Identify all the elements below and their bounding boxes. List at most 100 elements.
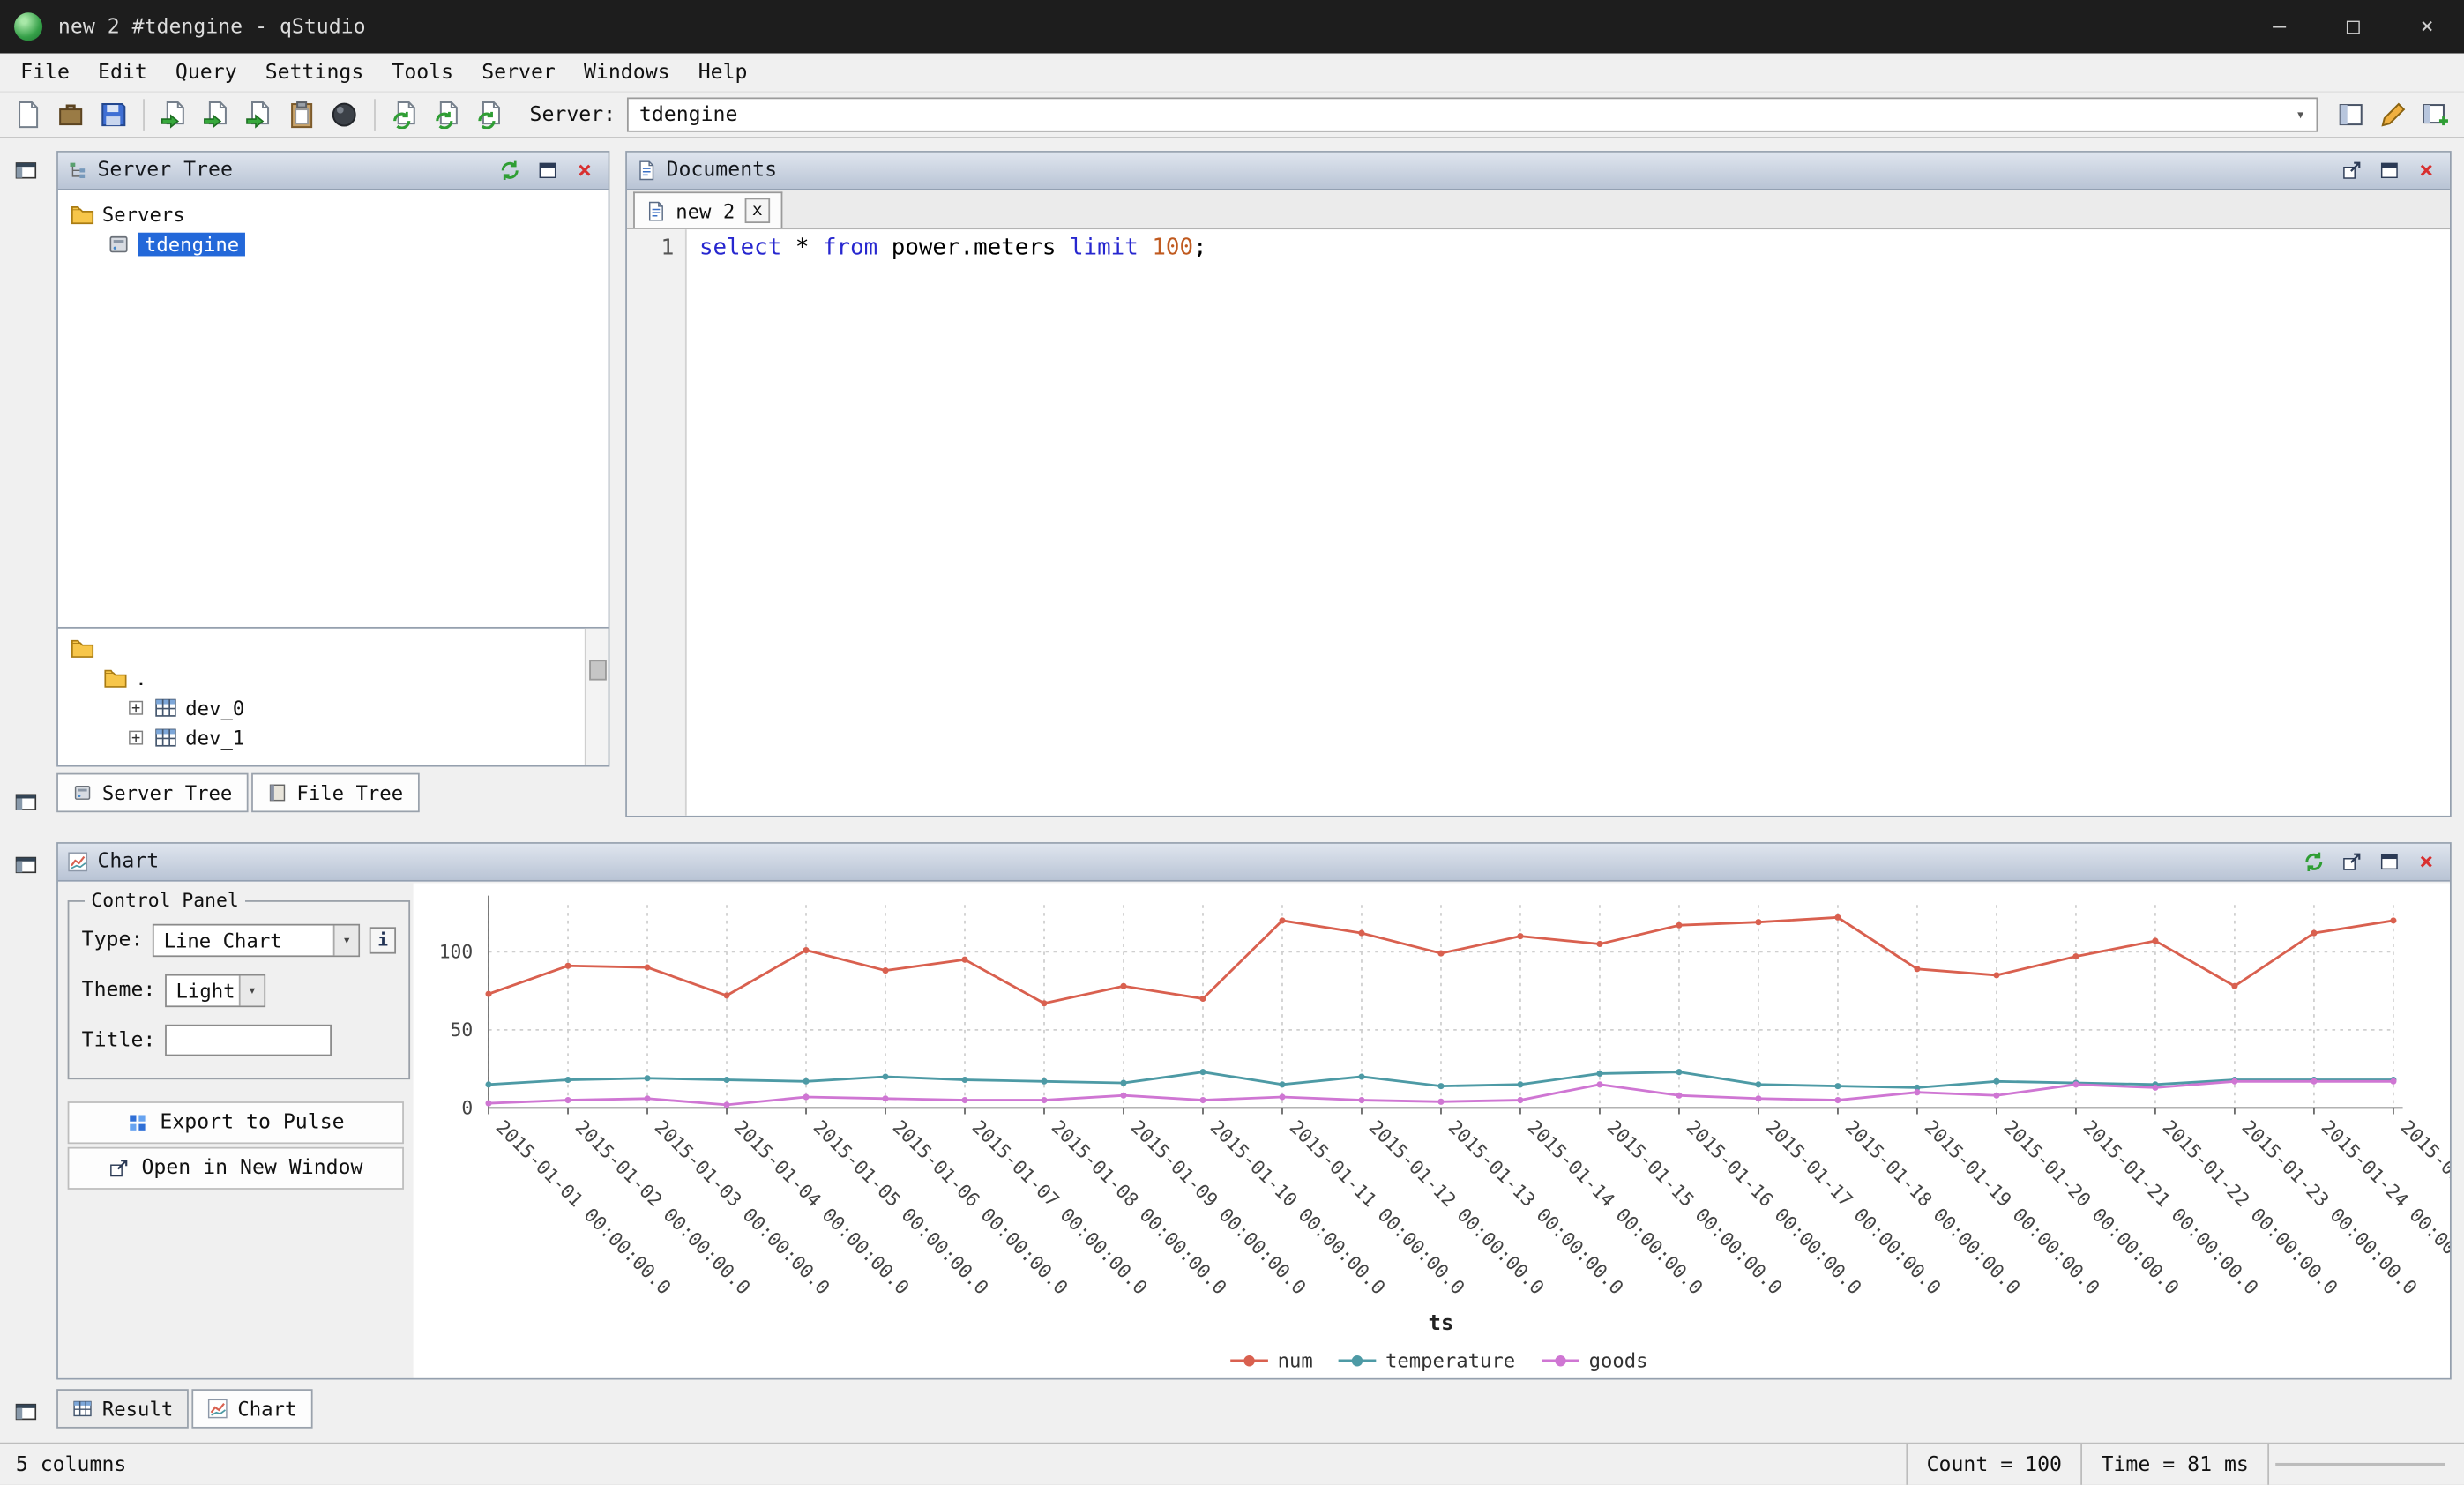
menu-settings[interactable]: Settings [251, 57, 378, 87]
data-point [723, 1077, 729, 1083]
server-combo-value: tdengine [639, 103, 738, 127]
chevron-down-icon: ▾ [333, 926, 359, 956]
new-file-icon[interactable] [12, 99, 44, 131]
menu-tools[interactable]: Tools [377, 57, 467, 87]
tree-node-label: Servers [102, 203, 185, 227]
open-file-icon[interactable] [55, 99, 86, 131]
legend-label[interactable]: num [1278, 1349, 1313, 1372]
tab-new-2[interactable]: new 2 x [633, 191, 783, 228]
chart-title-input[interactable] [165, 1025, 332, 1056]
menu-help[interactable]: Help [684, 57, 762, 87]
show-docs-panel-icon[interactable] [2335, 99, 2367, 131]
expander-plus-icon[interactable] [126, 698, 146, 718]
export-document-icon[interactable] [243, 99, 275, 131]
legend-marker[interactable] [1555, 1355, 1565, 1366]
maximize-button[interactable]: □ [2317, 0, 2391, 54]
file-tree-dev1[interactable]: dev_1 [58, 723, 585, 753]
info-icon[interactable]: i [370, 927, 396, 953]
chart-canvas[interactable]: 0501002015-01-01 00:00:00.02015-01-02 00… [414, 883, 2450, 1377]
open-document-icon[interactable] [159, 99, 190, 131]
tab-server-tree[interactable]: Server Tree [56, 773, 248, 813]
popout-icon [108, 1158, 129, 1178]
file-tree-root[interactable] [58, 633, 585, 663]
add-panel-icon[interactable] [2420, 99, 2452, 131]
legend-marker[interactable] [1243, 1355, 1254, 1366]
data-point [1279, 917, 1285, 923]
dock-handle-icon[interactable] [10, 848, 41, 880]
data-point [1755, 1081, 1761, 1087]
file-tree-dot[interactable]: . [58, 663, 585, 693]
minimize-button[interactable]: — [2243, 0, 2317, 54]
menu-file[interactable]: File [6, 57, 84, 87]
maximize-panel-icon[interactable] [533, 156, 561, 184]
popout-panel-icon[interactable] [2337, 847, 2365, 876]
refresh-icon[interactable] [2299, 847, 2327, 876]
tab-chart[interactable]: Chart [192, 1389, 313, 1429]
close-button[interactable]: × [2390, 0, 2464, 54]
data-point [485, 1081, 491, 1087]
line-number-gutter: 1 [627, 229, 687, 816]
refresh-icon[interactable] [495, 156, 523, 184]
tab-result[interactable]: Result [56, 1389, 189, 1429]
data-point [1437, 1099, 1444, 1105]
legend-marker[interactable] [1352, 1355, 1363, 1366]
export-to-pulse-button[interactable]: Export to Pulse [68, 1101, 404, 1144]
data-point [1676, 1093, 1682, 1099]
close-panel-icon[interactable]: × [571, 156, 599, 184]
server-tree-icon [68, 160, 88, 181]
chart-type-select[interactable]: Line Chart ▾ [153, 924, 360, 957]
maximize-panel-icon[interactable] [2374, 847, 2402, 876]
data-point [485, 1101, 491, 1107]
close-panel-icon[interactable]: × [2412, 847, 2440, 876]
dock-handle-icon[interactable] [10, 1395, 41, 1427]
legend-label[interactable]: goods [1589, 1349, 1648, 1372]
scrollbar[interactable] [585, 629, 609, 765]
theme-label: Theme: [82, 979, 156, 1003]
data-point [961, 1077, 967, 1083]
sync-document-icon[interactable] [432, 99, 464, 131]
menu-windows[interactable]: Windows [570, 57, 684, 87]
import-document-icon[interactable] [201, 99, 233, 131]
popout-panel-icon[interactable] [2337, 156, 2365, 184]
sql-editor[interactable]: 1 select * from power.meters limit 100; [627, 229, 2450, 816]
dock-handle-icon[interactable] [10, 786, 41, 817]
file-tree-label: dev_0 [185, 696, 244, 720]
pulse-icon [127, 1113, 147, 1133]
tab-label: Chart [237, 1397, 296, 1421]
open-in-new-window-button[interactable]: Open in New Window [68, 1147, 404, 1190]
toolbar: Server: tdengine ▾ [0, 91, 2464, 138]
edit-icon[interactable] [2378, 99, 2409, 131]
control-panel-title: Control Panel [85, 890, 245, 912]
expander-plus-icon[interactable] [126, 728, 146, 748]
refresh-document-icon[interactable] [390, 99, 422, 131]
save-icon[interactable] [97, 99, 129, 131]
maximize-panel-icon[interactable] [2374, 156, 2402, 184]
stop-query-icon[interactable] [328, 99, 360, 131]
scrollbar-thumb[interactable] [588, 660, 606, 680]
tree-node-tdengine[interactable]: tdengine [58, 229, 609, 259]
menu-query[interactable]: Query [161, 57, 251, 87]
data-point [1041, 1078, 1047, 1085]
close-panel-icon[interactable]: × [2412, 156, 2440, 184]
data-point [882, 1095, 888, 1101]
dock-handle-icon[interactable] [10, 154, 41, 186]
reload-document-icon[interactable] [474, 99, 506, 131]
tree-node-servers[interactable]: Servers [58, 199, 609, 229]
data-point [1834, 1083, 1841, 1089]
chart-theme-select[interactable]: Light ▾ [165, 974, 265, 1007]
tab-file-tree[interactable]: File Tree [251, 773, 419, 813]
data-point [1676, 922, 1682, 929]
chevron-down-icon: ▾ [239, 976, 265, 1006]
legend-label[interactable]: temperature [1385, 1349, 1515, 1372]
server-combo[interactable]: tdengine ▾ [627, 97, 2318, 131]
y-axis-tick-label: 50 [451, 1019, 474, 1041]
data-point [2152, 1085, 2158, 1091]
paste-icon[interactable] [286, 99, 317, 131]
tab-close-button[interactable]: x [744, 198, 771, 224]
folder-icon [71, 203, 94, 227]
menu-edit[interactable]: Edit [84, 57, 161, 87]
file-tree-dev0[interactable]: dev_0 [58, 693, 585, 723]
file-tree-preview: . dev_0 dev_1 [58, 627, 609, 765]
menu-server[interactable]: Server [467, 57, 570, 87]
data-point [2072, 953, 2079, 959]
